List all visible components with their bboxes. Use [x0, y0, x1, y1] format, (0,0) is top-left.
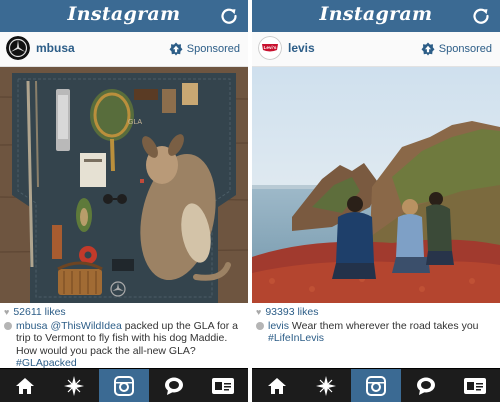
post-caption: ♥ 52611 likes mbusa @ThisWildIdea packed… — [4, 306, 244, 370]
likes-count: 93393 likes — [265, 306, 319, 318]
tab-explore[interactable] — [50, 369, 100, 402]
caption-hashtag[interactable]: #LifeInLevis — [268, 332, 324, 344]
post-header: Levi's levis Sponsored — [252, 32, 500, 67]
heart-icon: ♥ — [256, 307, 262, 317]
caption-text-block: mbusa @ThisWildIdea packed up the GLA fo… — [16, 320, 244, 370]
comment-bubble-icon — [256, 321, 264, 330]
profile-card-icon — [464, 378, 487, 394]
tab-home[interactable] — [252, 369, 302, 402]
phone-screen-levis: Instagram Levi's levis Sponsored ♥ 93393… — [252, 0, 500, 402]
levis-batwing-logo: Levi's — [258, 36, 282, 60]
sponsored-text: Sponsored — [186, 43, 240, 55]
photo-tag-label: GLA — [128, 119, 142, 126]
coastline-photo — [252, 67, 500, 303]
home-icon — [267, 378, 286, 394]
top-navigation-bar: Instagram — [252, 0, 500, 33]
sponsored-icon — [421, 42, 435, 56]
sponsored-text: Sponsored — [438, 43, 492, 55]
home-icon — [15, 378, 34, 394]
sponsored-icon — [169, 42, 183, 56]
caption-row: mbusa @ThisWildIdea packed up the GLA fo… — [4, 320, 244, 370]
tab-camera[interactable] — [351, 369, 401, 402]
caption-row: levis Wear them wherever the road takes … — [256, 320, 496, 345]
caption-mention[interactable]: @ThisWildIdea — [50, 320, 121, 332]
mercedes-star-logo — [6, 36, 30, 60]
phone-screen-mbusa: Instagram mbusa Sponsored GLA ♥ 52611 li… — [0, 0, 248, 402]
post-caption: ♥ 93393 likes levis Wear them wherever t… — [256, 306, 496, 345]
caption-text: Wear them wherever the road takes you — [289, 319, 479, 332]
post-header: mbusa Sponsored — [0, 32, 248, 67]
post-username[interactable]: mbusa — [36, 41, 75, 55]
caption-username[interactable]: levis — [268, 320, 289, 332]
explore-star-icon — [316, 376, 337, 396]
caption-text-block: levis Wear them wherever the road takes … — [268, 320, 479, 345]
bottom-tab-bar — [252, 368, 500, 402]
refresh-icon[interactable] — [470, 5, 492, 27]
post-username[interactable]: levis — [288, 41, 315, 55]
tab-profile[interactable] — [450, 369, 500, 402]
tab-explore[interactable] — [302, 369, 352, 402]
likes-count: 52611 likes — [13, 306, 66, 318]
tab-profile[interactable] — [198, 369, 248, 402]
app-title: Instagram — [319, 3, 433, 25]
post-photo[interactable]: GLA — [0, 67, 248, 303]
bottom-tab-bar — [0, 368, 248, 402]
sponsored-label[interactable]: Sponsored — [421, 40, 492, 58]
post-photo[interactable] — [252, 67, 500, 303]
top-navigation-bar: Instagram — [0, 0, 248, 33]
caption-username[interactable]: mbusa — [16, 320, 48, 332]
likes-row[interactable]: ♥ 52611 likes — [4, 306, 244, 319]
tab-home[interactable] — [0, 369, 50, 402]
avatar[interactable] — [6, 36, 30, 60]
tab-activity[interactable] — [149, 369, 199, 402]
activity-bubble-icon — [164, 377, 183, 395]
app-title: Instagram — [67, 3, 181, 25]
levis-logo-text: Levi's — [264, 45, 277, 50]
comment-bubble-icon — [4, 321, 12, 330]
avatar[interactable]: Levi's — [258, 36, 282, 60]
likes-row[interactable]: ♥ 93393 likes — [256, 306, 496, 319]
camera-icon — [113, 376, 134, 396]
profile-card-icon — [212, 378, 235, 394]
heart-icon: ♥ — [4, 307, 10, 317]
flatlay-photo: GLA — [0, 67, 248, 303]
refresh-icon[interactable] — [218, 5, 240, 27]
sponsored-label[interactable]: Sponsored — [169, 40, 240, 58]
tab-camera[interactable] — [99, 369, 149, 402]
activity-bubble-icon — [416, 377, 435, 395]
explore-star-icon — [64, 376, 85, 396]
camera-icon — [365, 376, 386, 396]
tab-activity[interactable] — [401, 369, 451, 402]
